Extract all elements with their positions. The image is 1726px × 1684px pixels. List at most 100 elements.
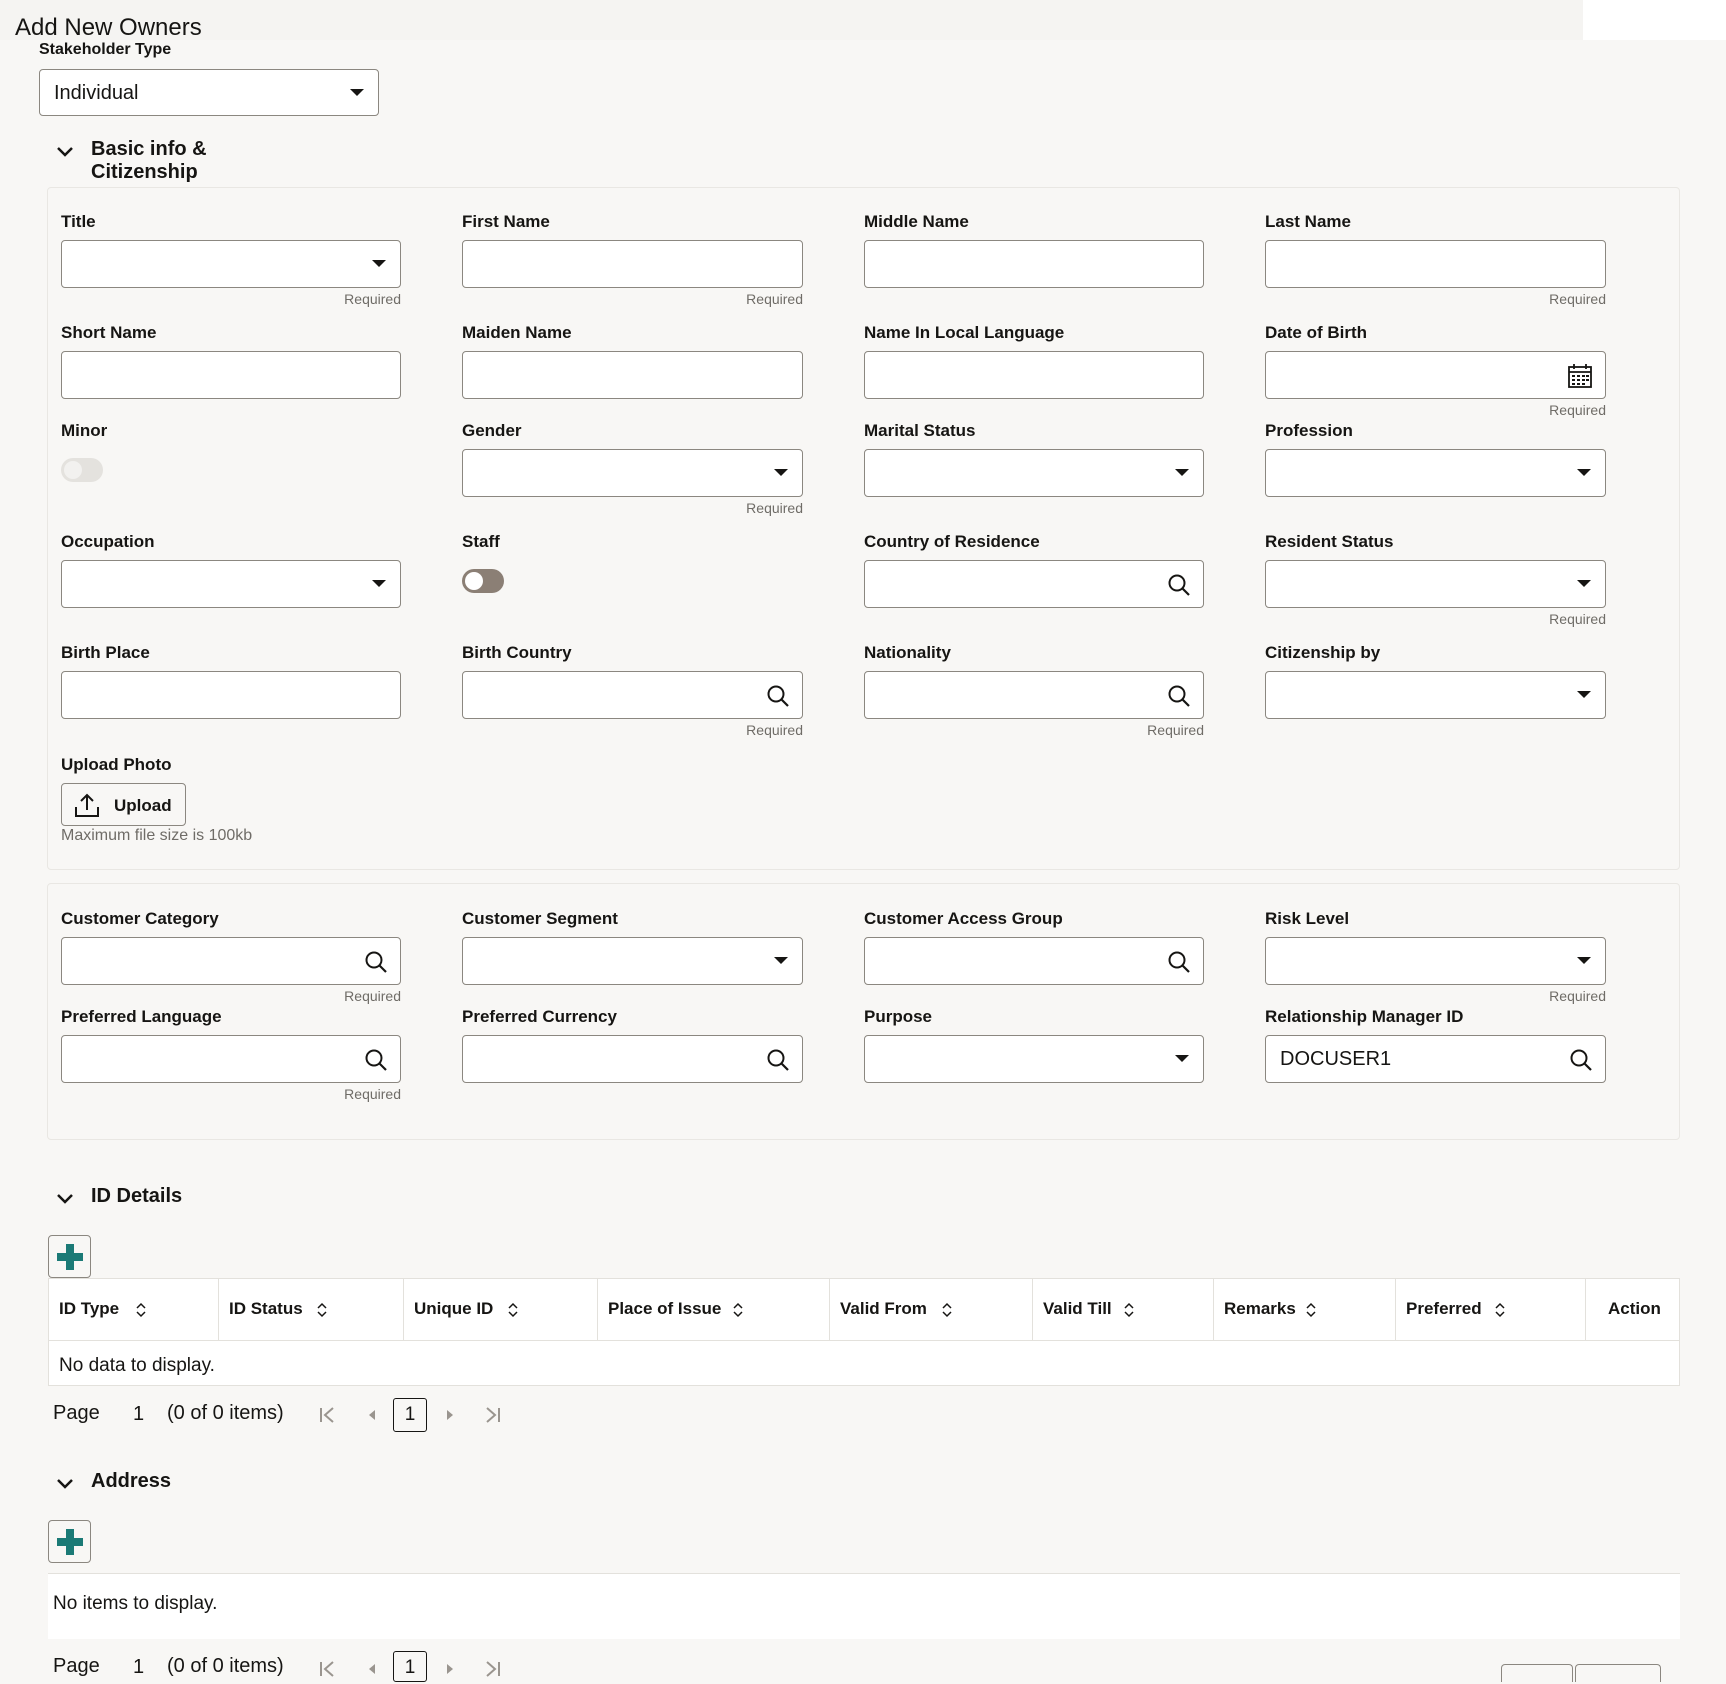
prev-page-icon[interactable]: [362, 1405, 382, 1425]
col-id-status[interactable]: ID Status: [219, 1279, 404, 1341]
chevron-down-icon: [774, 469, 788, 476]
first-page-icon[interactable]: [318, 1659, 338, 1679]
last-page-icon[interactable]: [482, 1405, 502, 1425]
nationality-field[interactable]: [864, 671, 1204, 719]
search-icon[interactable]: [1167, 684, 1191, 708]
rm-id-field[interactable]: DOCUSER1: [1265, 1035, 1606, 1083]
customer-category-field[interactable]: [61, 937, 401, 985]
stakeholder-type-select[interactable]: Individual: [39, 69, 379, 116]
first-name-label: First Name: [462, 212, 550, 231]
sort-icon: [136, 1302, 146, 1318]
col-valid-till[interactable]: Valid Till: [1033, 1279, 1214, 1341]
col-remarks[interactable]: Remarks: [1214, 1279, 1396, 1341]
pagination-current-page[interactable]: 1: [393, 1651, 427, 1682]
birth-country-field[interactable]: [462, 671, 803, 719]
last-name-field[interactable]: [1265, 240, 1606, 288]
preferred-language-field[interactable]: [61, 1035, 401, 1083]
minor-toggle[interactable]: [61, 458, 103, 482]
search-icon[interactable]: [766, 1048, 790, 1072]
section-toggle-id-details[interactable]: ID Details: [55, 1185, 255, 1215]
plus-icon: [57, 1244, 83, 1270]
col-place-of-issue[interactable]: Place of Issue: [598, 1279, 830, 1341]
search-icon[interactable]: [766, 684, 790, 708]
col-preferred[interactable]: Preferred: [1396, 1279, 1586, 1341]
last-name-required: Required: [1549, 291, 1606, 307]
customer-access-group-field[interactable]: [864, 937, 1204, 985]
rm-id-value: DOCUSER1: [1280, 1048, 1392, 1070]
occupation-label: Occupation: [61, 532, 155, 551]
plus-icon: [57, 1529, 83, 1555]
first-page-icon[interactable]: [318, 1405, 338, 1425]
section-toggle-address[interactable]: Address: [55, 1470, 255, 1500]
citizenship-by-select[interactable]: [1265, 671, 1606, 719]
preferred-currency-field[interactable]: [462, 1035, 803, 1083]
occupation-select[interactable]: [61, 560, 401, 608]
calendar-icon[interactable]: [1567, 363, 1593, 389]
upload-photo-label: Upload Photo: [61, 755, 172, 774]
pagination-current-page[interactable]: 1: [393, 1398, 427, 1432]
footer-button-1[interactable]: [1501, 1664, 1573, 1682]
marital-status-select[interactable]: [864, 449, 1204, 497]
stakeholder-type-label: Stakeholder Type: [39, 41, 172, 58]
nationality-label: Nationality: [864, 643, 951, 662]
search-icon[interactable]: [1167, 573, 1191, 597]
sort-icon: [317, 1302, 327, 1318]
address-empty-message: No items to display.: [53, 1593, 218, 1614]
staff-toggle-knob: [465, 572, 483, 590]
add-id-button[interactable]: [48, 1235, 91, 1278]
purpose-label: Purpose: [864, 1007, 933, 1026]
nationality-required: Required: [1147, 722, 1204, 738]
sort-icon: [733, 1302, 743, 1318]
short-name-field[interactable]: [61, 351, 401, 399]
id-table-empty-message: No data to display.: [59, 1355, 215, 1376]
add-address-button[interactable]: [48, 1520, 91, 1563]
rm-id-label: Relationship Manager ID: [1265, 1007, 1464, 1026]
next-page-icon[interactable]: [440, 1659, 460, 1679]
upload-button[interactable]: Upload: [61, 783, 186, 826]
col-valid-from[interactable]: Valid From: [830, 1279, 1033, 1341]
id-details-table: ID Type ID Status Unique ID Place of Iss…: [48, 1278, 1680, 1386]
dob-field[interactable]: [1265, 351, 1606, 399]
footer-button-2[interactable]: [1575, 1664, 1661, 1682]
dob-label: Date of Birth: [1265, 323, 1367, 342]
resident-status-label: Resident Status: [1265, 532, 1394, 551]
col-label: Valid Till: [1043, 1299, 1112, 1318]
resident-status-select[interactable]: [1265, 560, 1606, 608]
col-label: Preferred: [1406, 1299, 1482, 1318]
middle-name-label: Middle Name: [864, 212, 969, 231]
section-title-basic: Basic info & Citizenship: [91, 138, 207, 183]
profession-select[interactable]: [1265, 449, 1606, 497]
col-unique-id[interactable]: Unique ID: [404, 1279, 598, 1341]
maiden-name-field[interactable]: [462, 351, 803, 399]
middle-name-field[interactable]: [864, 240, 1204, 288]
search-icon[interactable]: [364, 1048, 388, 1072]
customer-access-group-label: Customer Access Group: [864, 909, 1063, 928]
customer-segment-select[interactable]: [462, 937, 803, 985]
search-icon[interactable]: [1167, 950, 1191, 974]
section-toggle-basic[interactable]: Basic info & Citizenship: [55, 138, 305, 183]
search-icon[interactable]: [1569, 1048, 1593, 1072]
chevron-down-icon: [1175, 1055, 1189, 1062]
basic-info-panel: [47, 187, 1680, 870]
purpose-select[interactable]: [864, 1035, 1204, 1083]
title-select[interactable]: [61, 240, 401, 288]
staff-toggle[interactable]: [462, 569, 504, 593]
sort-icon: [942, 1302, 952, 1318]
search-icon[interactable]: [364, 950, 388, 974]
col-id-type[interactable]: ID Type: [49, 1279, 219, 1341]
last-page-icon[interactable]: [482, 1659, 502, 1679]
first-name-field[interactable]: [462, 240, 803, 288]
gender-label: Gender: [462, 421, 522, 440]
country-residence-field[interactable]: [864, 560, 1204, 608]
chevron-down-icon: [372, 580, 386, 587]
chevron-down-icon: [57, 1194, 73, 1204]
next-page-icon[interactable]: [440, 1405, 460, 1425]
upload-button-label: Upload: [114, 796, 172, 815]
prev-page-icon[interactable]: [362, 1659, 382, 1679]
name-local-field[interactable]: [864, 351, 1204, 399]
col-label: ID Type: [59, 1299, 120, 1318]
risk-level-select[interactable]: [1265, 937, 1606, 985]
gender-select[interactable]: [462, 449, 803, 497]
pagination-page-number: 1: [133, 1403, 145, 1425]
birth-place-field[interactable]: [61, 671, 401, 719]
